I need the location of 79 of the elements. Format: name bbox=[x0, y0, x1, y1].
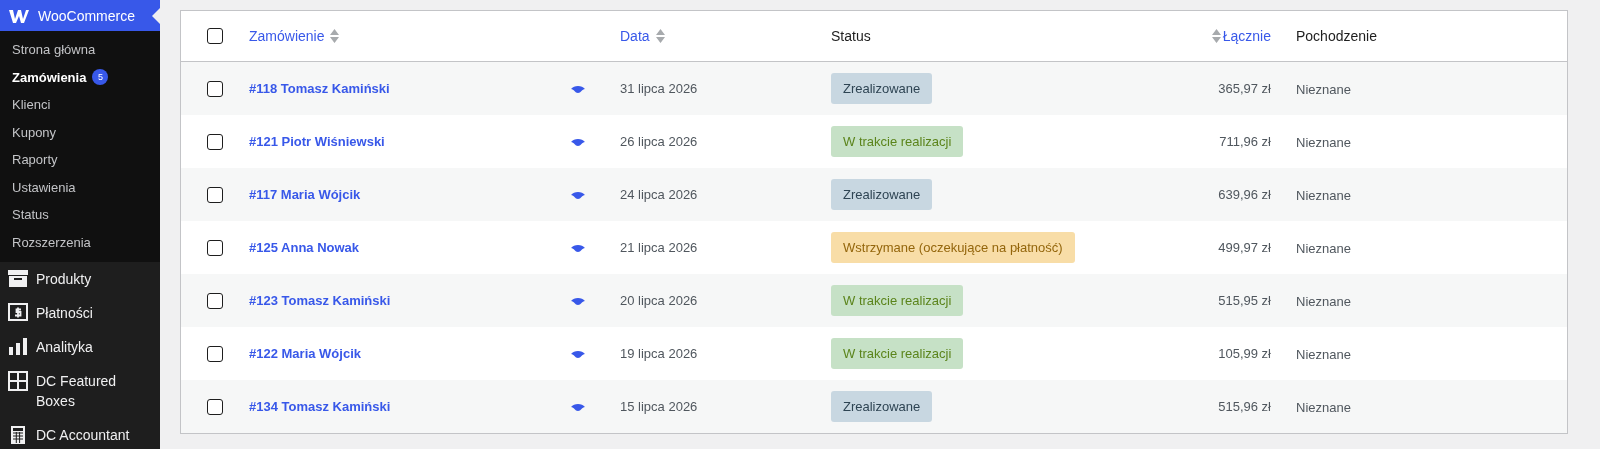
status-label: W trakcie realizacji bbox=[831, 126, 964, 157]
table-cell: 26 lipca 2026 bbox=[620, 134, 698, 149]
column-header: Pochodzenie bbox=[1296, 28, 1377, 44]
menu-item[interactable]: Analityka bbox=[36, 337, 93, 357]
order-link[interactable]: #118 Tomasz Kamiński bbox=[249, 81, 390, 96]
table-cell: Nieznane bbox=[1296, 399, 1351, 415]
sort-icon bbox=[330, 29, 340, 43]
table-cell: Nieznane bbox=[1296, 81, 1351, 97]
table-cell: 15 lipca 2026 bbox=[620, 399, 698, 414]
calculator-icon bbox=[8, 425, 28, 445]
table-cell: Nieznane bbox=[1296, 240, 1351, 256]
column-header: Status bbox=[831, 28, 871, 44]
column-header[interactable]: Łącznie bbox=[1222, 28, 1271, 44]
table-cell: 20 lipca 2026 bbox=[620, 293, 698, 308]
submenu-item[interactable]: Zamówienia bbox=[12, 69, 87, 85]
menu-item[interactable]: Produkty bbox=[36, 269, 92, 289]
submenu-item[interactable]: Rozszerzenia bbox=[12, 234, 91, 250]
status-label: W trakcie realizacji bbox=[831, 338, 964, 369]
menu-item[interactable]: WooCommerce bbox=[0, 0, 160, 31]
row-checkbox[interactable] bbox=[207, 239, 223, 256]
row-checkbox[interactable] bbox=[207, 133, 223, 150]
submenu-item[interactable]: Raporty bbox=[12, 152, 58, 168]
column-header[interactable]: Data bbox=[620, 28, 650, 44]
table-cell: 515,95 zł bbox=[1218, 293, 1271, 308]
bar-chart-icon bbox=[8, 337, 28, 357]
table-cell: 21 lipca 2026 bbox=[620, 240, 698, 255]
status-label: W trakcie realizacji bbox=[831, 285, 964, 316]
status-label: Zrealizowane bbox=[831, 179, 933, 210]
menu-item[interactable]: DC Featured Boxes bbox=[36, 371, 141, 411]
table-cell: Nieznane bbox=[1296, 134, 1351, 150]
order-link[interactable]: #123 Tomasz Kamiński bbox=[249, 293, 391, 308]
table-cell: 105,99 zł bbox=[1218, 346, 1271, 361]
submenu-item[interactable]: Ustawienia bbox=[12, 179, 76, 195]
table-cell: Nieznane bbox=[1296, 346, 1351, 362]
sort-icon bbox=[655, 29, 665, 43]
count-badge: 5 bbox=[92, 69, 109, 86]
eye-icon bbox=[571, 137, 585, 146]
table-cell: 24 lipca 2026 bbox=[620, 187, 698, 202]
row-checkbox[interactable] bbox=[207, 80, 223, 97]
order-link[interactable]: #117 Maria Wójcik bbox=[249, 187, 361, 202]
eye-icon bbox=[571, 190, 585, 199]
row-checkbox[interactable] bbox=[207, 345, 223, 362]
table-cell: 31 lipca 2026 bbox=[620, 81, 698, 96]
menu-item[interactable]: DC Accountant bbox=[36, 425, 130, 445]
select-all-checkbox[interactable] bbox=[207, 28, 223, 44]
sort-icon bbox=[1211, 29, 1221, 43]
order-link[interactable]: #122 Maria Wójcik bbox=[249, 346, 361, 361]
eye-icon bbox=[571, 84, 585, 93]
logo-icon bbox=[9, 8, 29, 23]
eye-icon bbox=[571, 402, 585, 411]
submenu-item[interactable]: Status bbox=[12, 207, 49, 223]
eye-icon bbox=[571, 296, 585, 305]
row-checkbox[interactable] bbox=[207, 186, 223, 203]
table-cell: 639,96 zł bbox=[1218, 187, 1271, 202]
table-cell: Nieznane bbox=[1296, 293, 1351, 309]
table-cell: 711,96 zł bbox=[1219, 134, 1271, 149]
submenu-item[interactable]: Strona główna bbox=[12, 42, 96, 58]
status-label: Zrealizowane bbox=[831, 73, 933, 104]
table-cell: 515,96 zł bbox=[1218, 399, 1271, 414]
table-cell: 499,97 zł bbox=[1218, 240, 1271, 255]
submenu-item[interactable]: Klienci bbox=[12, 97, 51, 113]
dollar-icon bbox=[8, 303, 28, 323]
table-cell: 365,97 zł bbox=[1218, 81, 1271, 96]
order-link[interactable]: #134 Tomasz Kamiński bbox=[249, 399, 391, 414]
status-label: Zrealizowane bbox=[831, 391, 933, 422]
eye-icon bbox=[571, 243, 585, 252]
status-label: Wstrzymane (oczekujące na płatność) bbox=[831, 232, 1075, 263]
eye-icon bbox=[571, 349, 585, 358]
order-link[interactable]: #125 Anna Nowak bbox=[249, 240, 360, 255]
row-checkbox[interactable] bbox=[207, 292, 223, 309]
row-checkbox[interactable] bbox=[207, 398, 223, 415]
menu-item[interactable]: Płatności bbox=[36, 303, 93, 323]
table-cell: Nieznane bbox=[1296, 187, 1351, 203]
column-header[interactable]: Zamówienie bbox=[249, 28, 325, 44]
grid-icon bbox=[8, 371, 28, 391]
order-link[interactable]: #121 Piotr Wiśniewski bbox=[249, 134, 385, 149]
table-cell: 19 lipca 2026 bbox=[620, 346, 698, 361]
submenu-item[interactable]: Kupony bbox=[12, 124, 57, 140]
box-icon bbox=[8, 269, 28, 289]
